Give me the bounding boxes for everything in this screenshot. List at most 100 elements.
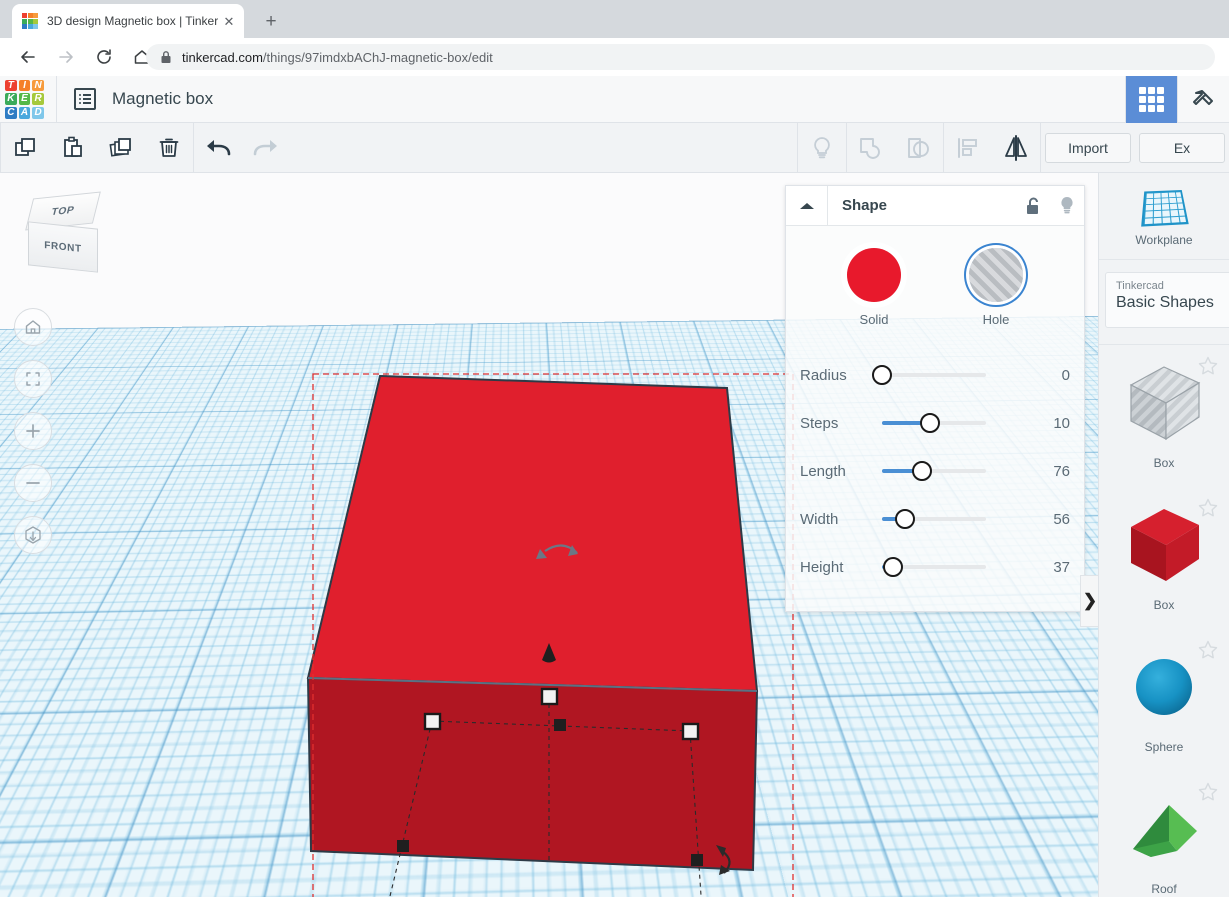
hint-button[interactable] [798, 123, 846, 173]
slider-knob[interactable] [883, 557, 904, 577]
slider-value[interactable]: 37 [1018, 559, 1084, 576]
expand-panel-chevron-icon[interactable]: ❯ [1080, 575, 1100, 627]
group-shapes-icon [860, 137, 880, 159]
slider-label: Radius [800, 366, 847, 384]
lock-icon [160, 50, 172, 64]
star-outline-icon[interactable] [1197, 781, 1219, 803]
view-cube-front-label: FRONT [44, 239, 82, 255]
shape-mode-selector: Solid Hole [786, 226, 1084, 337]
address-bar[interactable]: tinkercad.com/things/97imdxbAChJ-magneti… [146, 44, 1215, 70]
tinkercad-app: 3D design Magnetic box | Tinkerc ✕ + tin… [0, 0, 1229, 897]
redo-button[interactable] [242, 123, 290, 173]
workplane-tool[interactable]: Workplane [1099, 173, 1229, 260]
copy-button[interactable] [1, 123, 49, 173]
plus-icon [26, 424, 40, 438]
shape-library-item[interactable]: Roof [1099, 771, 1229, 897]
ungroup-button[interactable] [895, 123, 943, 173]
delete-button[interactable] [145, 123, 193, 173]
copy-icon [15, 137, 35, 156]
shape-library-item[interactable]: Sphere [1099, 629, 1229, 771]
project-list-icon[interactable] [74, 88, 96, 110]
solid-mode-button[interactable]: Solid [838, 248, 910, 327]
slider-knob[interactable] [894, 509, 915, 529]
logo-letter: D [32, 106, 44, 119]
shape-item-label: Box [1153, 456, 1175, 470]
home-icon [25, 320, 41, 334]
view-cube-front-face[interactable]: FRONT [28, 221, 98, 273]
star-outline-icon[interactable] [1197, 639, 1219, 661]
redo-arrow-icon [253, 139, 277, 155]
library-collection: Basic Shapes [1116, 294, 1214, 311]
slider-row-height: Height 37 [786, 543, 1084, 591]
ortho-perspective-toggle[interactable] [14, 516, 52, 554]
slider-knob[interactable] [919, 413, 940, 433]
zoom-out-button[interactable] [14, 464, 52, 502]
slider-value[interactable]: 0 [1018, 367, 1084, 384]
duplicate-button[interactable] [97, 123, 145, 173]
star-outline-icon[interactable] [1197, 497, 1219, 519]
undo-button[interactable] [194, 123, 242, 173]
url-text: tinkercad.com/things/97imdxbAChJ-magneti… [182, 50, 493, 65]
import-button[interactable]: Import [1045, 132, 1131, 163]
shape-library-item[interactable]: Box [1099, 345, 1229, 487]
collapse-triangle-icon[interactable] [786, 185, 828, 226]
trash-icon [159, 138, 179, 157]
tinkercad-logo[interactable]: T I N K E R C A D [2, 77, 47, 122]
slider-label: Length [800, 462, 846, 480]
browser-tab-title: 3D design Magnetic box | Tinkerc [47, 14, 218, 28]
slider-track[interactable] [882, 509, 986, 529]
align-button[interactable] [944, 123, 992, 173]
header-mode-buttons [1125, 76, 1229, 123]
logo-letter: I [18, 79, 31, 92]
star-outline-icon[interactable] [1197, 355, 1219, 377]
slider-knob[interactable] [911, 461, 932, 481]
shape-parameter-sliders: Radius 0 Steps 10 Length 76 Width 56 Hei… [786, 337, 1084, 591]
hole-mode-button[interactable]: Hole [960, 248, 1032, 327]
unlock-icon[interactable] [1016, 186, 1050, 226]
view-cube[interactable]: TOP FRONT [22, 191, 106, 281]
slider-value[interactable]: 10 [1018, 415, 1084, 432]
slider-value[interactable]: 56 [1018, 511, 1084, 528]
slider-row-width: Width 56 [786, 495, 1084, 543]
red-box[interactable] [306, 374, 759, 872]
shape-library-select[interactable]: Tinkercad Basic Shapes [1105, 272, 1229, 328]
header-divider [56, 75, 57, 123]
slider-knob[interactable] [872, 365, 892, 385]
lightbulb-icon [814, 136, 830, 158]
slider-value[interactable]: 76 [1018, 463, 1084, 480]
shape-item-label: Sphere [1144, 740, 1184, 754]
back-icon[interactable] [12, 41, 44, 73]
page-title[interactable]: Magnetic box [112, 89, 213, 109]
reload-icon[interactable] [88, 41, 120, 73]
url-path: /things/97imdxbAChJ-magnetic-box/edit [262, 49, 493, 65]
slider-track[interactable] [882, 461, 986, 481]
toolbar-divider [1040, 122, 1041, 173]
forward-icon[interactable] [50, 41, 82, 73]
shape-library-item[interactable]: Box [1099, 487, 1229, 629]
new-tab-button[interactable]: + [258, 9, 284, 35]
paste-button[interactable] [49, 123, 97, 173]
hammer-icon [1192, 89, 1213, 105]
browser-tab[interactable]: 3D design Magnetic box | Tinkerc ✕ [12, 4, 244, 38]
slider-track[interactable] [882, 413, 986, 433]
grid-view-button[interactable] [1125, 76, 1177, 123]
group-button[interactable] [847, 123, 895, 173]
lightbulb-icon[interactable] [1050, 186, 1084, 226]
home-view-button[interactable] [14, 308, 52, 346]
slider-row-length: Length 76 [786, 447, 1084, 495]
workplane-grid-icon [1141, 189, 1189, 227]
undo-arrow-icon [207, 139, 231, 155]
mirror-button[interactable] [992, 123, 1040, 173]
align-icon [958, 137, 977, 158]
hole-pattern-swatch [969, 248, 1023, 302]
slider-row-steps: Steps 10 [786, 399, 1084, 447]
solid-mode-label: Solid [859, 312, 889, 327]
close-icon[interactable]: ✕ [220, 12, 238, 30]
zoom-in-button[interactable] [14, 412, 52, 450]
export-button[interactable]: Ex [1139, 132, 1225, 163]
slider-track[interactable] [882, 557, 986, 577]
ungroup-shapes-icon [908, 137, 929, 158]
blocks-editor-button[interactable] [1177, 76, 1229, 123]
fit-to-view-button[interactable] [14, 360, 52, 398]
slider-track[interactable] [872, 365, 986, 385]
